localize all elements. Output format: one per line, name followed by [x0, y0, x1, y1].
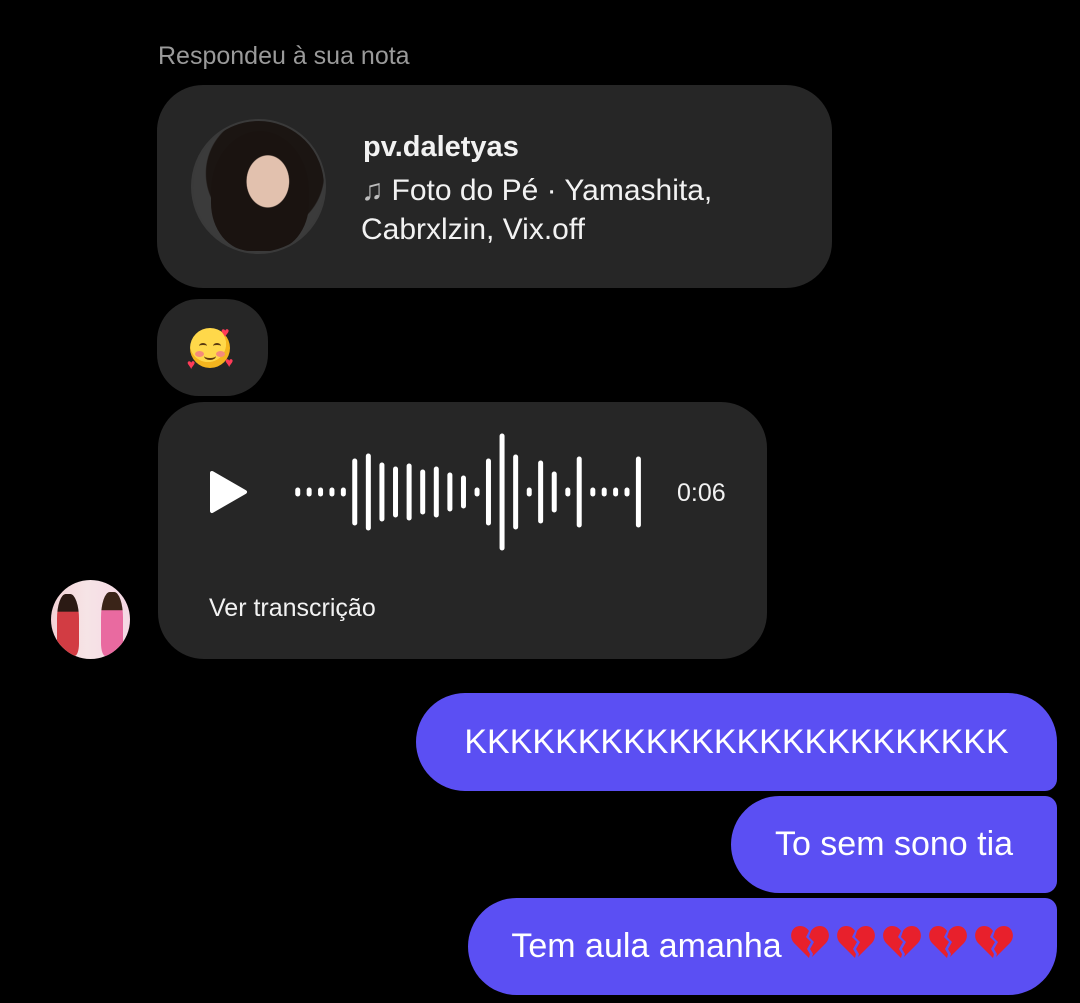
note-song-text: Foto do Pé · Yamashita, Cabrxlzin, Vix.o… [361, 174, 713, 246]
small-heart-icon: ♥ [225, 354, 234, 370]
voice-message-bubble[interactable]: 0:06 Ver transcrição [158, 402, 767, 659]
broken-heart-icon [974, 924, 1014, 969]
music-note-icon: ♫ [361, 174, 384, 207]
sent-message-bubble[interactable]: Tem aula amanha [468, 898, 1057, 995]
play-icon[interactable] [208, 470, 248, 514]
note-author-avatar[interactable] [191, 119, 326, 254]
message-text: KKKKKKKKKKKKKKKKKKKKKKKK [464, 722, 1009, 761]
audio-waveform[interactable] [292, 432, 654, 552]
small-heart-icon: ♥ [187, 356, 196, 372]
emoji-message-bubble[interactable]: ♥ ♥ ♥ [157, 299, 268, 396]
chat-thread: Respondeu à sua nota pv.daletyas ♫ Foto d… [0, 0, 1080, 1003]
sent-message-bubble[interactable]: KKKKKKKKKKKKKKKKKKKKKKKK [416, 693, 1057, 791]
broken-heart-emoji-row [790, 924, 1014, 969]
small-heart-icon: ♥ [221, 324, 230, 340]
message-text: To sem sono tia [774, 825, 1014, 863]
sent-message-bubble[interactable]: To sem sono tia [731, 796, 1057, 893]
note-username: pv.daletyas [363, 131, 519, 163]
broken-heart-icon [790, 924, 830, 969]
voice-duration: 0:06 [677, 479, 726, 507]
sender-avatar[interactable] [51, 580, 130, 659]
reply-context-caption: Respondeu à sua nota [158, 42, 410, 70]
broken-heart-icon [882, 924, 922, 969]
broken-heart-icon [836, 924, 876, 969]
view-transcription-link[interactable]: Ver transcrição [209, 594, 376, 623]
broken-heart-icon [928, 924, 968, 969]
message-text: Tem aula amanha [511, 927, 782, 965]
replied-note-card[interactable]: pv.daletyas ♫ Foto do Pé · Yamashita, Cab… [157, 85, 832, 288]
